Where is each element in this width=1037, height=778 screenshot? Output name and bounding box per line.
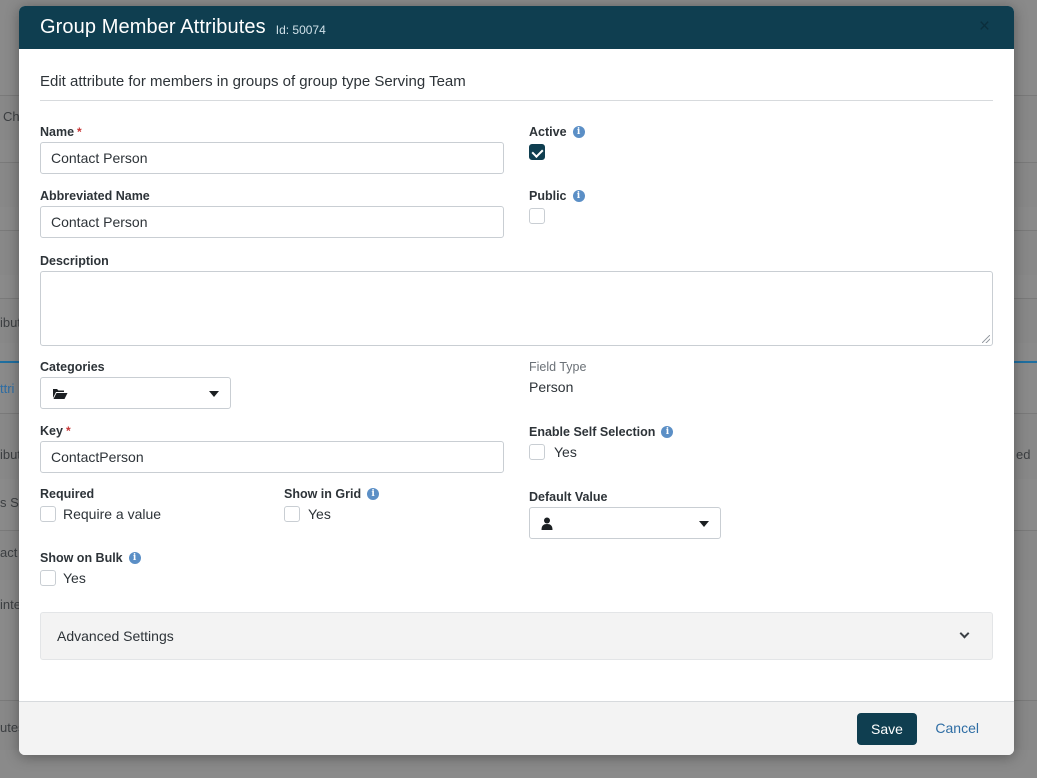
modal-footer: Save Cancel [19, 701, 1014, 755]
default-value-person-picker[interactable] [529, 507, 721, 539]
categories-picker[interactable] [40, 377, 231, 409]
cancel-link[interactable]: Cancel [935, 720, 979, 736]
required-marker: * [65, 424, 71, 438]
key-input[interactable] [40, 441, 504, 473]
enable-self-selection-option[interactable]: Yes [554, 444, 577, 460]
description-textarea[interactable] [40, 271, 993, 346]
key-label: Key * [40, 424, 71, 438]
show-in-grid-option[interactable]: Yes [308, 506, 331, 522]
name-label: Name * [40, 125, 82, 139]
public-checkbox[interactable] [529, 208, 545, 224]
field-type-label: Field Type [529, 360, 587, 374]
advanced-settings-label: Advanced Settings [57, 628, 174, 644]
advanced-settings-panel[interactable]: Advanced Settings [40, 612, 993, 660]
chevron-down-icon [699, 521, 709, 527]
folder-open-icon [52, 387, 68, 400]
show-on-bulk-checkbox[interactable] [40, 570, 56, 586]
public-label: Public i [529, 189, 585, 203]
bg-text: Ch [3, 109, 20, 124]
info-icon[interactable]: i [572, 190, 585, 202]
abbreviated-name-label: Abbreviated Name [40, 189, 150, 203]
chevron-down-icon [209, 391, 219, 397]
resize-handle[interactable] [982, 335, 990, 343]
show-on-bulk-label: Show on Bulk i [40, 551, 141, 565]
default-value-label: Default Value [529, 490, 608, 504]
active-checkbox[interactable] [529, 144, 545, 160]
modal-title: Group Member Attributes [40, 16, 266, 38]
required-option[interactable]: Require a value [63, 506, 161, 522]
required-label: Required [40, 487, 95, 501]
bg-text: inte [0, 597, 21, 612]
modal-header: Group Member Attributes Id: 50074 × [19, 6, 1014, 49]
required-marker: * [77, 125, 82, 139]
show-on-bulk-option[interactable]: Yes [63, 570, 86, 586]
save-button[interactable]: Save [857, 713, 917, 745]
modal-body: Edit attribute for members in groups of … [19, 73, 1014, 101]
chevron-down-icon[interactable] [959, 628, 970, 639]
name-input[interactable] [40, 142, 504, 174]
bg-text: s S [0, 495, 19, 510]
active-label: Active i [529, 125, 585, 139]
abbreviated-name-input[interactable] [40, 206, 504, 238]
enable-self-selection-label: Enable Self Selection i [529, 425, 674, 439]
field-type-value: Person [529, 379, 574, 395]
info-icon[interactable]: i [661, 426, 674, 438]
show-in-grid-label: Show in Grid i [284, 487, 380, 501]
close-icon[interactable]: × [979, 17, 990, 37]
form-subheading: Edit attribute for members in groups of … [40, 73, 993, 101]
enable-self-selection-checkbox[interactable] [529, 444, 545, 460]
show-in-grid-checkbox[interactable] [284, 506, 300, 522]
bg-text: ed [1016, 447, 1031, 462]
info-icon[interactable]: i [128, 552, 141, 564]
categories-label: Categories [40, 360, 105, 374]
bg-text: ttri [0, 381, 15, 396]
person-icon [541, 517, 553, 530]
info-icon[interactable]: i [572, 126, 585, 138]
info-icon[interactable]: i [367, 488, 380, 500]
description-label: Description [40, 254, 109, 268]
modal-id: Id: 50074 [275, 22, 326, 37]
bg-text: act [0, 545, 18, 560]
bg-text: ibut [0, 315, 21, 330]
required-checkbox[interactable] [40, 506, 56, 522]
group-member-attributes-modal: Group Member Attributes Id: 50074 × Edit… [19, 6, 1014, 755]
